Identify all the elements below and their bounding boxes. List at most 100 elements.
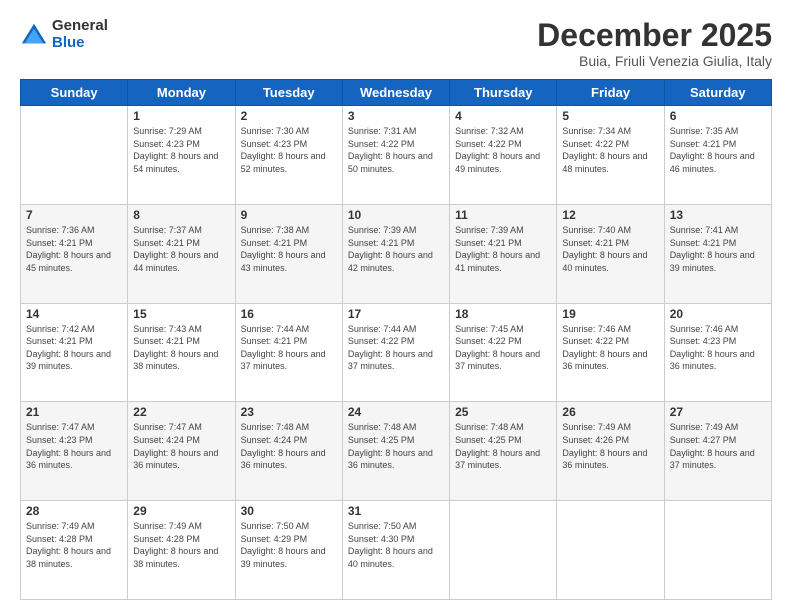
day-info: Sunrise: 7:36 AMSunset: 4:21 PMDaylight:… [26, 224, 122, 274]
day-info: Sunrise: 7:29 AMSunset: 4:23 PMDaylight:… [133, 125, 229, 175]
calendar-week-4: 21 Sunrise: 7:47 AMSunset: 4:23 PMDayligh… [21, 402, 772, 501]
calendar-cell: 4 Sunrise: 7:32 AMSunset: 4:22 PMDaylight… [450, 106, 557, 205]
day-number: 16 [241, 307, 337, 321]
day-info: Sunrise: 7:47 AMSunset: 4:24 PMDaylight:… [133, 421, 229, 471]
calendar-cell: 21 Sunrise: 7:47 AMSunset: 4:23 PMDayligh… [21, 402, 128, 501]
calendar-header-row: Sunday Monday Tuesday Wednesday Thursday… [21, 80, 772, 106]
calendar-cell [557, 501, 664, 600]
day-number: 22 [133, 405, 229, 419]
day-number: 4 [455, 109, 551, 123]
day-number: 20 [670, 307, 766, 321]
day-number: 2 [241, 109, 337, 123]
day-info: Sunrise: 7:43 AMSunset: 4:21 PMDaylight:… [133, 323, 229, 373]
calendar-cell [450, 501, 557, 600]
day-number: 15 [133, 307, 229, 321]
day-number: 25 [455, 405, 551, 419]
day-number: 31 [348, 504, 444, 518]
day-number: 11 [455, 208, 551, 222]
calendar-cell: 6Sunrise: 7:35 AMSunset: 4:21 PMDaylight… [664, 106, 771, 205]
day-number: 10 [348, 208, 444, 222]
day-info: Sunrise: 7:50 AMSunset: 4:30 PMDaylight:… [348, 520, 444, 570]
day-number: 7 [26, 208, 122, 222]
day-info: Sunrise: 7:38 AMSunset: 4:21 PMDaylight:… [241, 224, 337, 274]
day-info: Sunrise: 7:44 AMSunset: 4:22 PMDaylight:… [348, 323, 444, 373]
day-number: 9 [241, 208, 337, 222]
day-number: 21 [26, 405, 122, 419]
calendar-cell: 30Sunrise: 7:50 AMSunset: 4:29 PMDayligh… [235, 501, 342, 600]
calendar-cell: 13 Sunrise: 7:41 AMSunset: 4:21 PMDayligh… [664, 204, 771, 303]
calendar-cell: 9 Sunrise: 7:38 AMSunset: 4:21 PMDaylight… [235, 204, 342, 303]
day-info: Sunrise: 7:40 AMSunset: 4:21 PMDaylight:… [562, 224, 658, 274]
logo-icon [20, 21, 48, 49]
page: General Blue December 2025 Buia, Friuli … [0, 0, 792, 612]
day-number: 29 [133, 504, 229, 518]
day-info: Sunrise: 7:46 AMSunset: 4:23 PMDaylight:… [670, 323, 766, 373]
calendar-cell [21, 106, 128, 205]
col-sunday: Sunday [21, 80, 128, 106]
calendar-cell: 17Sunrise: 7:44 AMSunset: 4:22 PMDayligh… [342, 303, 449, 402]
day-number: 1 [133, 109, 229, 123]
day-info: Sunrise: 7:49 AMSunset: 4:28 PMDaylight:… [26, 520, 122, 570]
day-number: 13 [670, 208, 766, 222]
day-info: Sunrise: 7:49 AMSunset: 4:27 PMDaylight:… [670, 421, 766, 471]
day-number: 12 [562, 208, 658, 222]
calendar-cell: 26 Sunrise: 7:49 AMSunset: 4:26 PMDayligh… [557, 402, 664, 501]
calendar-cell: 16 Sunrise: 7:44 AMSunset: 4:21 PMDayligh… [235, 303, 342, 402]
day-info: Sunrise: 7:45 AMSunset: 4:22 PMDaylight:… [455, 323, 551, 373]
day-info: Sunrise: 7:47 AMSunset: 4:23 PMDaylight:… [26, 421, 122, 471]
logo-text: General Blue [52, 18, 108, 51]
day-number: 27 [670, 405, 766, 419]
calendar-cell: 5Sunrise: 7:34 AMSunset: 4:22 PMDaylight… [557, 106, 664, 205]
calendar-cell: 8Sunrise: 7:37 AMSunset: 4:21 PMDaylight… [128, 204, 235, 303]
day-info: Sunrise: 7:41 AMSunset: 4:21 PMDaylight:… [670, 224, 766, 274]
day-info: Sunrise: 7:48 AMSunset: 4:24 PMDaylight:… [241, 421, 337, 471]
day-info: Sunrise: 7:37 AMSunset: 4:21 PMDaylight:… [133, 224, 229, 274]
calendar-cell: 12 Sunrise: 7:40 AMSunset: 4:21 PMDayligh… [557, 204, 664, 303]
day-number: 24 [348, 405, 444, 419]
calendar-cell: 14 Sunrise: 7:42 AMSunset: 4:21 PMDayligh… [21, 303, 128, 402]
logo-blue-text: Blue [52, 35, 108, 52]
day-number: 18 [455, 307, 551, 321]
day-number: 19 [562, 307, 658, 321]
day-info: Sunrise: 7:42 AMSunset: 4:21 PMDaylight:… [26, 323, 122, 373]
calendar-cell: 2 Sunrise: 7:30 AMSunset: 4:23 PMDaylight… [235, 106, 342, 205]
calendar-cell: 25Sunrise: 7:48 AMSunset: 4:25 PMDayligh… [450, 402, 557, 501]
day-number: 26 [562, 405, 658, 419]
logo-general-text: General [52, 18, 108, 35]
day-info: Sunrise: 7:30 AMSunset: 4:23 PMDaylight:… [241, 125, 337, 175]
calendar-cell: 24 Sunrise: 7:48 AMSunset: 4:25 PMDayligh… [342, 402, 449, 501]
calendar-week-2: 7 Sunrise: 7:36 AMSunset: 4:21 PMDaylight… [21, 204, 772, 303]
calendar-cell [664, 501, 771, 600]
day-number: 3 [348, 109, 444, 123]
calendar-cell: 28 Sunrise: 7:49 AMSunset: 4:28 PMDayligh… [21, 501, 128, 600]
day-number: 14 [26, 307, 122, 321]
calendar-week-3: 14 Sunrise: 7:42 AMSunset: 4:21 PMDayligh… [21, 303, 772, 402]
day-info: Sunrise: 7:39 AMSunset: 4:21 PMDaylight:… [455, 224, 551, 274]
day-number: 5 [562, 109, 658, 123]
day-info: Sunrise: 7:31 AMSunset: 4:22 PMDaylight:… [348, 125, 444, 175]
calendar-cell: 22 Sunrise: 7:47 AMSunset: 4:24 PMDayligh… [128, 402, 235, 501]
calendar-table: Sunday Monday Tuesday Wednesday Thursday… [20, 79, 772, 600]
calendar-cell: 27 Sunrise: 7:49 AMSunset: 4:27 PMDayligh… [664, 402, 771, 501]
day-info: Sunrise: 7:44 AMSunset: 4:21 PMDaylight:… [241, 323, 337, 373]
day-info: Sunrise: 7:48 AMSunset: 4:25 PMDaylight:… [348, 421, 444, 471]
col-tuesday: Tuesday [235, 80, 342, 106]
calendar-cell: 29Sunrise: 7:49 AMSunset: 4:28 PMDayligh… [128, 501, 235, 600]
day-number: 28 [26, 504, 122, 518]
day-info: Sunrise: 7:32 AMSunset: 4:22 PMDaylight:… [455, 125, 551, 175]
day-number: 23 [241, 405, 337, 419]
col-thursday: Thursday [450, 80, 557, 106]
calendar-cell: 18 Sunrise: 7:45 AMSunset: 4:22 PMDayligh… [450, 303, 557, 402]
calendar-cell: 3 Sunrise: 7:31 AMSunset: 4:22 PMDaylight… [342, 106, 449, 205]
calendar-week-1: 1 Sunrise: 7:29 AMSunset: 4:23 PMDaylight… [21, 106, 772, 205]
calendar-cell: 7 Sunrise: 7:36 AMSunset: 4:21 PMDaylight… [21, 204, 128, 303]
day-info: Sunrise: 7:49 AMSunset: 4:26 PMDaylight:… [562, 421, 658, 471]
day-info: Sunrise: 7:39 AMSunset: 4:21 PMDaylight:… [348, 224, 444, 274]
day-number: 6 [670, 109, 766, 123]
header: General Blue December 2025 Buia, Friuli … [20, 18, 772, 69]
col-friday: Friday [557, 80, 664, 106]
day-info: Sunrise: 7:46 AMSunset: 4:22 PMDaylight:… [562, 323, 658, 373]
calendar-cell: 1 Sunrise: 7:29 AMSunset: 4:23 PMDaylight… [128, 106, 235, 205]
location-subtitle: Buia, Friuli Venezia Giulia, Italy [537, 53, 772, 69]
calendar-cell: 23 Sunrise: 7:48 AMSunset: 4:24 PMDayligh… [235, 402, 342, 501]
